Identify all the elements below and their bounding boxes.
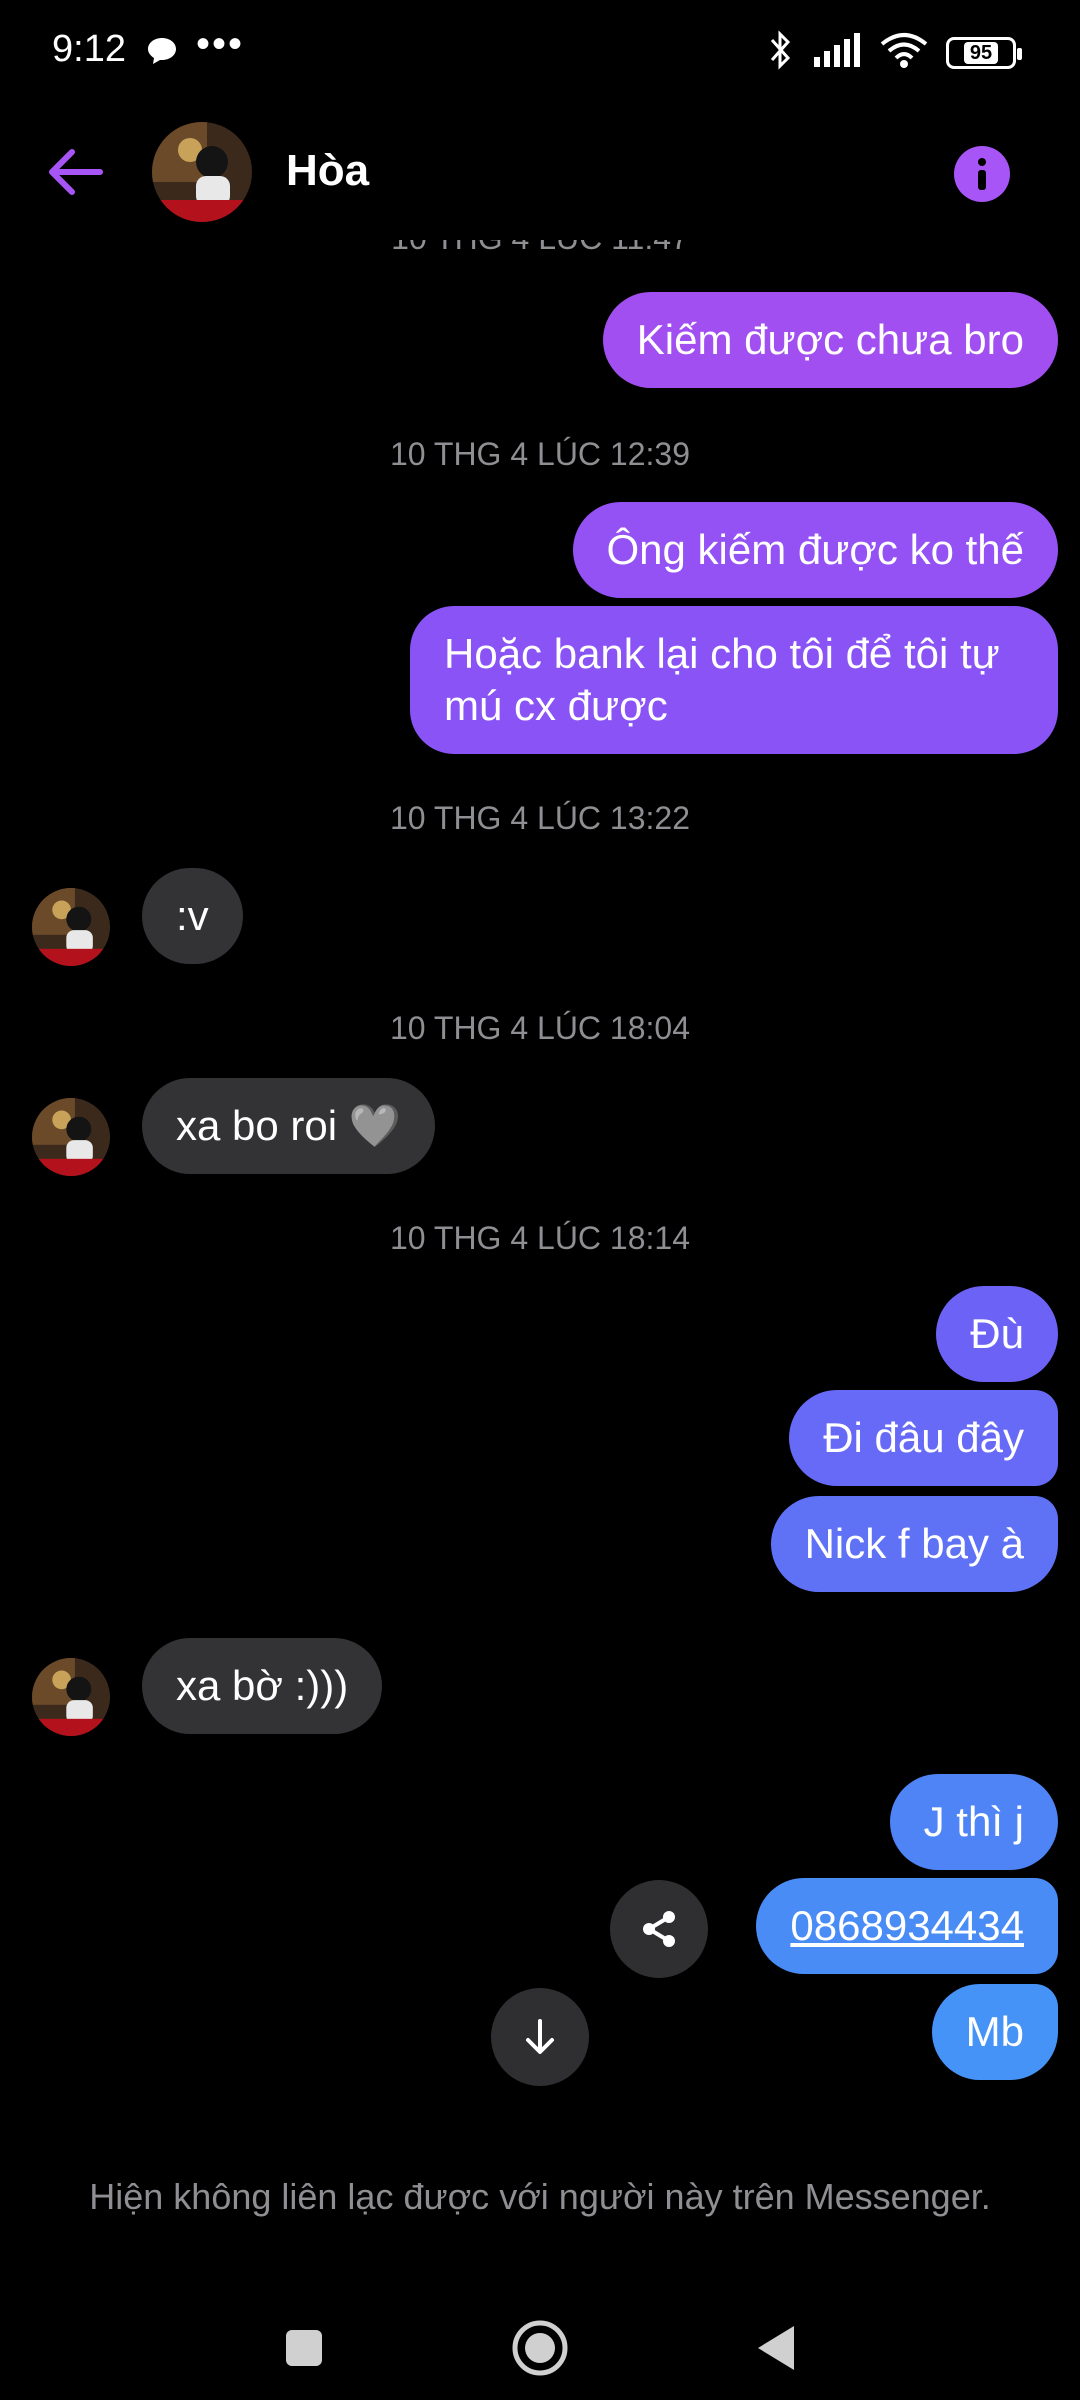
timestamp: 10 THG 4 LÚC 11:47 <box>0 240 1080 257</box>
recents-square-icon[interactable] <box>264 2308 344 2388</box>
incoming-message[interactable]: xa bờ :))) <box>142 1638 383 1734</box>
signal-icon <box>812 33 862 72</box>
outgoing-message[interactable]: Đi đâu đây <box>789 1390 1058 1486</box>
message-list[interactable]: 10 THG 4 LÚC 11:47 Kiếm được chưa bro 10… <box>0 240 1080 2110</box>
status-time: 9:12 <box>52 28 126 70</box>
unavailable-notice: Hiện không liên lạc được với người này t… <box>89 2176 991 2217</box>
status-bar: 9:12 ••• 95 <box>0 0 1080 100</box>
contact-avatar-small[interactable] <box>32 888 110 966</box>
outgoing-message[interactable]: Kiếm được chưa bro <box>602 292 1058 388</box>
outgoing-message[interactable]: Đù <box>936 1286 1058 1382</box>
info-icon[interactable] <box>954 146 1010 202</box>
outgoing-message[interactable]: Ông kiếm được ko thế <box>572 502 1058 598</box>
battery-icon: 95 <box>946 36 1022 69</box>
back-triangle-icon[interactable] <box>736 2308 816 2388</box>
share-icon[interactable] <box>610 1880 708 1978</box>
outgoing-message[interactable]: J thì j <box>889 1774 1058 1870</box>
contact-avatar[interactable] <box>152 122 252 222</box>
contact-avatar-small[interactable] <box>32 1098 110 1176</box>
conversation-header: Hòa <box>0 110 1080 240</box>
incoming-message[interactable]: :v <box>142 868 243 964</box>
contact-name[interactable]: Hòa <box>286 146 369 196</box>
bluetooth-icon <box>768 30 794 75</box>
status-icons: 95 <box>768 30 1022 75</box>
timestamp: 10 THG 4 LÚC 13:22 <box>389 800 690 836</box>
home-circle-icon[interactable] <box>500 2308 580 2388</box>
wifi-icon <box>880 32 928 73</box>
chat-bubble-icon <box>146 36 178 71</box>
outgoing-message[interactable]: Mb <box>931 1984 1058 2080</box>
outgoing-message[interactable]: Hoặc bank lại cho tôi để tôi tự mú cx đư… <box>410 606 1058 754</box>
timestamp: 10 THG 4 LÚC 18:14 <box>389 1220 690 1256</box>
system-navigation-bar <box>0 2290 1080 2400</box>
scroll-down-icon[interactable] <box>491 1988 589 2086</box>
outgoing-message[interactable]: Nick f bay à <box>770 1496 1058 1592</box>
contact-avatar-small[interactable] <box>32 1658 110 1736</box>
timestamp: 10 THG 4 LÚC 18:04 <box>389 1010 690 1046</box>
phone-link-message[interactable]: 0868934434 <box>756 1878 1058 1974</box>
more-notifications-icon: ••• <box>196 22 245 66</box>
incoming-message[interactable]: xa bo roi 🩶 <box>142 1078 436 1174</box>
timestamp: 10 THG 4 LÚC 12:39 <box>389 436 690 472</box>
back-arrow-icon[interactable] <box>44 140 108 204</box>
